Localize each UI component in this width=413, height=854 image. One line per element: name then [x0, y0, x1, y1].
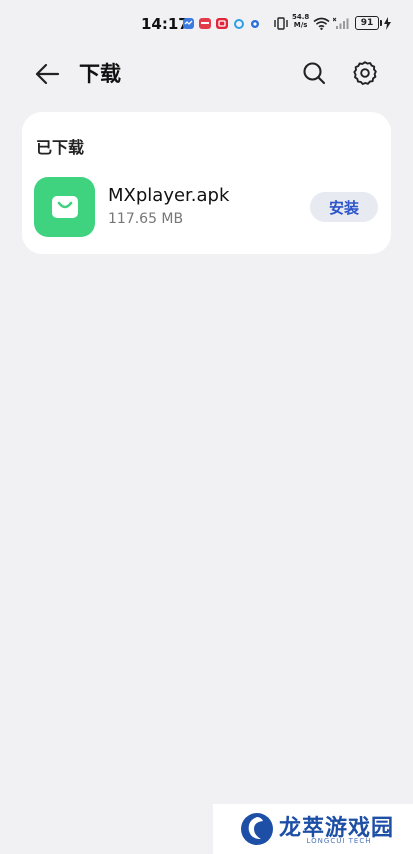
section-title: 已下载: [36, 138, 85, 157]
back-button[interactable]: [33, 60, 61, 88]
shopping-bag-icon: [51, 196, 78, 218]
install-button[interactable]: 安装: [310, 192, 378, 222]
vibrate-icon: [274, 17, 288, 30]
file-name: MXplayer.apk: [108, 185, 230, 206]
notification-app-icon: [199, 18, 211, 29]
downloaded-card: 已下载 MXplayer.apk 117.65 MB 安装: [22, 112, 391, 254]
arrow-left-icon: [35, 63, 60, 85]
net-speed-unit: M/s: [293, 21, 308, 29]
app-header: 下载: [0, 48, 413, 100]
settings-button[interactable]: [351, 59, 379, 87]
notification-app-icon: [183, 18, 194, 29]
notification-app-icon: [251, 20, 259, 28]
search-button[interactable]: [300, 59, 328, 87]
app-icon: [34, 177, 95, 237]
watermark-subtext: LONGCUI TECH: [306, 837, 372, 845]
file-size: 117.65 MB: [108, 211, 184, 227]
page-title: 下载: [79, 62, 121, 86]
watermark-logo-icon: [241, 813, 273, 845]
gear-icon: [353, 61, 377, 85]
net-speed-value: 54.8: [292, 13, 310, 21]
watermark: 龙萃游戏园 LONGCUI TECH: [213, 804, 413, 854]
status-bar: 14:17 54.8 M/s 91: [0, 0, 413, 46]
notification-app-icon: [234, 19, 244, 29]
search-icon: [303, 62, 326, 85]
charging-icon: [384, 17, 391, 30]
notification-app-icon: [216, 18, 228, 29]
net-speed: 54.8 M/s: [292, 13, 309, 29]
status-time: 14:17: [141, 15, 189, 33]
battery-indicator: 91: [355, 16, 382, 30]
signal-icon: [333, 17, 349, 29]
wifi-icon: [313, 17, 330, 30]
